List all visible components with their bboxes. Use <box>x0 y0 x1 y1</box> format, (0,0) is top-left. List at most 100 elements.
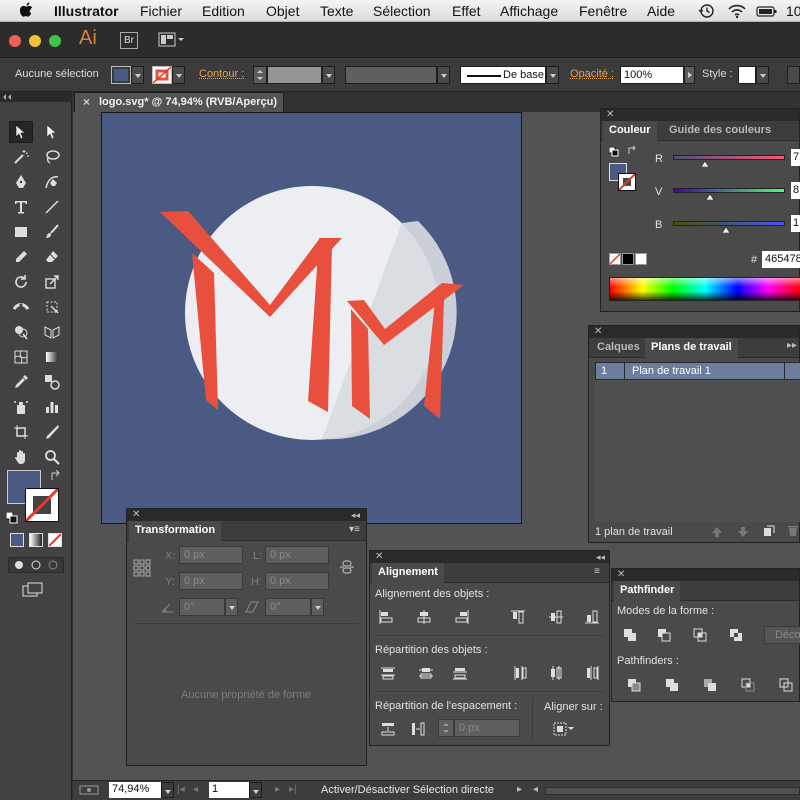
align-bottom-icon[interactable] <box>584 609 600 625</box>
tab-alignement[interactable]: Alignement <box>372 563 444 583</box>
swap-fill-stroke-icon[interactable] <box>628 146 638 156</box>
constrain-proportions-icon[interactable] <box>339 559 355 575</box>
delete-artboard-icon[interactable] <box>787 525 799 537</box>
contour-label[interactable]: Contour : <box>199 68 244 80</box>
lasso-tool-icon[interactable] <box>40 146 64 168</box>
shear-dropdown[interactable] <box>311 598 324 616</box>
menu-selection[interactable]: Sélection <box>373 3 431 19</box>
default-fill-stroke-icon[interactable] <box>609 147 619 157</box>
menu-texte[interactable]: Texte <box>320 3 353 19</box>
reference-point-icon[interactable] <box>133 559 151 577</box>
distribute-h-space-icon[interactable] <box>410 721 426 737</box>
workspace-layout-icon[interactable] <box>158 32 186 48</box>
gradient-mode-button[interactable] <box>29 533 43 547</box>
tab-couleur[interactable]: Couleur <box>603 121 657 141</box>
unite-icon[interactable] <box>622 627 638 643</box>
outline-icon[interactable] <box>778 677 794 693</box>
width-field[interactable]: 0 px <box>265 546 329 564</box>
drawing-modes-icon[interactable] <box>8 557 64 573</box>
curvature-tool-icon[interactable] <box>40 171 64 193</box>
minus-front-icon[interactable] <box>656 627 672 643</box>
document-tab[interactable]: × logo.svg* @ 74,94% (RVB/Aperçu) <box>74 92 284 112</box>
fill-swatch[interactable] <box>111 66 131 84</box>
none-mode-button[interactable] <box>48 533 62 547</box>
align-panel-close-icon[interactable]: ✕ <box>375 551 383 563</box>
black-color-swatch[interactable] <box>622 253 634 265</box>
tab-transformation[interactable]: Transformation <box>129 521 221 541</box>
transform-collapse-icon[interactable]: ◂◂ <box>351 509 360 521</box>
color-spectrum[interactable] <box>609 277 800 301</box>
tab-guide-couleurs[interactable]: Guide des couleurs <box>663 121 777 141</box>
move-up-icon[interactable] <box>711 526 723 538</box>
transform-panel-header[interactable]: ✕ ◂◂ <box>127 509 366 521</box>
distribute-left-icon[interactable] <box>512 665 528 681</box>
apple-icon[interactable] <box>20 2 34 18</box>
divide-icon[interactable] <box>626 677 642 693</box>
graphic-style-swatch[interactable] <box>738 66 756 84</box>
color-panel-stroke-swatch[interactable] <box>618 173 636 191</box>
white-color-swatch[interactable] <box>635 253 647 265</box>
merge-icon[interactable] <box>702 677 718 693</box>
screen-mode-icon[interactable] <box>22 582 46 598</box>
menu-effet[interactable]: Effet <box>452 3 481 19</box>
wifi-icon[interactable] <box>727 3 747 19</box>
distribute-bottom-icon[interactable] <box>452 665 468 681</box>
blend-tool-icon[interactable] <box>40 371 64 393</box>
tab-plans-de-travail[interactable]: Plans de travail <box>645 338 738 358</box>
distribute-right-icon[interactable] <box>584 665 600 681</box>
battery-icon[interactable] <box>756 3 778 19</box>
type-tool-icon[interactable] <box>9 196 33 218</box>
variable-width-field[interactable] <box>345 66 437 84</box>
eraser-tool-icon[interactable] <box>40 246 64 268</box>
app-menu[interactable]: Illustrator <box>54 3 119 19</box>
close-window-button[interactable] <box>9 35 21 47</box>
column-graph-tool-icon[interactable] <box>40 396 64 418</box>
v-slider[interactable] <box>673 188 785 193</box>
swap-colors-icon[interactable] <box>50 470 62 482</box>
artboard-tool-icon[interactable] <box>9 421 33 443</box>
perspective-grid-tool-icon[interactable] <box>40 321 64 343</box>
menu-objet[interactable]: Objet <box>266 3 299 19</box>
menu-edition[interactable]: Edition <box>202 3 245 19</box>
align-left-icon[interactable] <box>378 609 394 625</box>
distribute-top-icon[interactable] <box>380 665 396 681</box>
none-color-swatch[interactable] <box>609 253 621 265</box>
align-right-icon[interactable] <box>454 609 470 625</box>
crop-icon[interactable] <box>740 677 756 693</box>
color-mode-button[interactable] <box>10 533 24 547</box>
rotate-tool-icon[interactable] <box>9 271 33 293</box>
align-v-center-icon[interactable] <box>548 609 564 625</box>
menu-affichage[interactable]: Affichage <box>500 3 558 19</box>
zoom-dropdown[interactable] <box>161 782 174 798</box>
r-slider-thumb[interactable] <box>701 161 709 167</box>
paintbrush-tool-icon[interactable] <box>40 221 64 243</box>
opacity-field[interactable]: 100% <box>620 66 684 84</box>
gradient-tool-icon[interactable] <box>40 346 64 368</box>
direct-selection-tool-icon[interactable] <box>40 121 64 143</box>
graphic-style-dropdown[interactable] <box>756 66 769 84</box>
menu-fichier[interactable]: Fichier <box>140 3 182 19</box>
free-transform-tool-icon[interactable] <box>40 296 64 318</box>
selection-tool-icon[interactable] <box>9 121 33 143</box>
menu-fenetre[interactable]: Fenêtre <box>579 3 627 19</box>
line-segment-tool-icon[interactable] <box>40 196 64 218</box>
stroke-color-box[interactable] <box>25 488 59 522</box>
new-artboard-icon[interactable] <box>763 525 775 537</box>
stroke-weight-field[interactable] <box>267 66 322 84</box>
transform-menu-icon[interactable]: ▾≡ <box>349 524 360 535</box>
stroke-dropdown[interactable] <box>172 66 185 84</box>
panel-expand-icon[interactable]: ▸▸ <box>787 340 797 351</box>
rotate-field[interactable]: 0° <box>179 598 225 616</box>
stroke-style-dropdown[interactable] <box>546 66 559 84</box>
r-value-field[interactable]: 7 <box>791 149 800 166</box>
last-artboard-icon[interactable]: ▸| <box>289 784 297 795</box>
spacing-field[interactable]: 0 px <box>454 719 520 737</box>
next-artboard-icon[interactable]: ▸ <box>275 784 280 795</box>
mesh-tool-icon[interactable] <box>9 346 33 368</box>
time-machine-icon[interactable] <box>698 3 716 19</box>
pen-tool-icon[interactable] <box>9 171 33 193</box>
pathfinder-panel-close-icon[interactable]: ✕ <box>617 569 625 581</box>
rotate-dropdown[interactable] <box>225 598 238 616</box>
stroke-swatch[interactable] <box>152 66 172 84</box>
b-value-field[interactable]: 1 <box>791 215 800 232</box>
